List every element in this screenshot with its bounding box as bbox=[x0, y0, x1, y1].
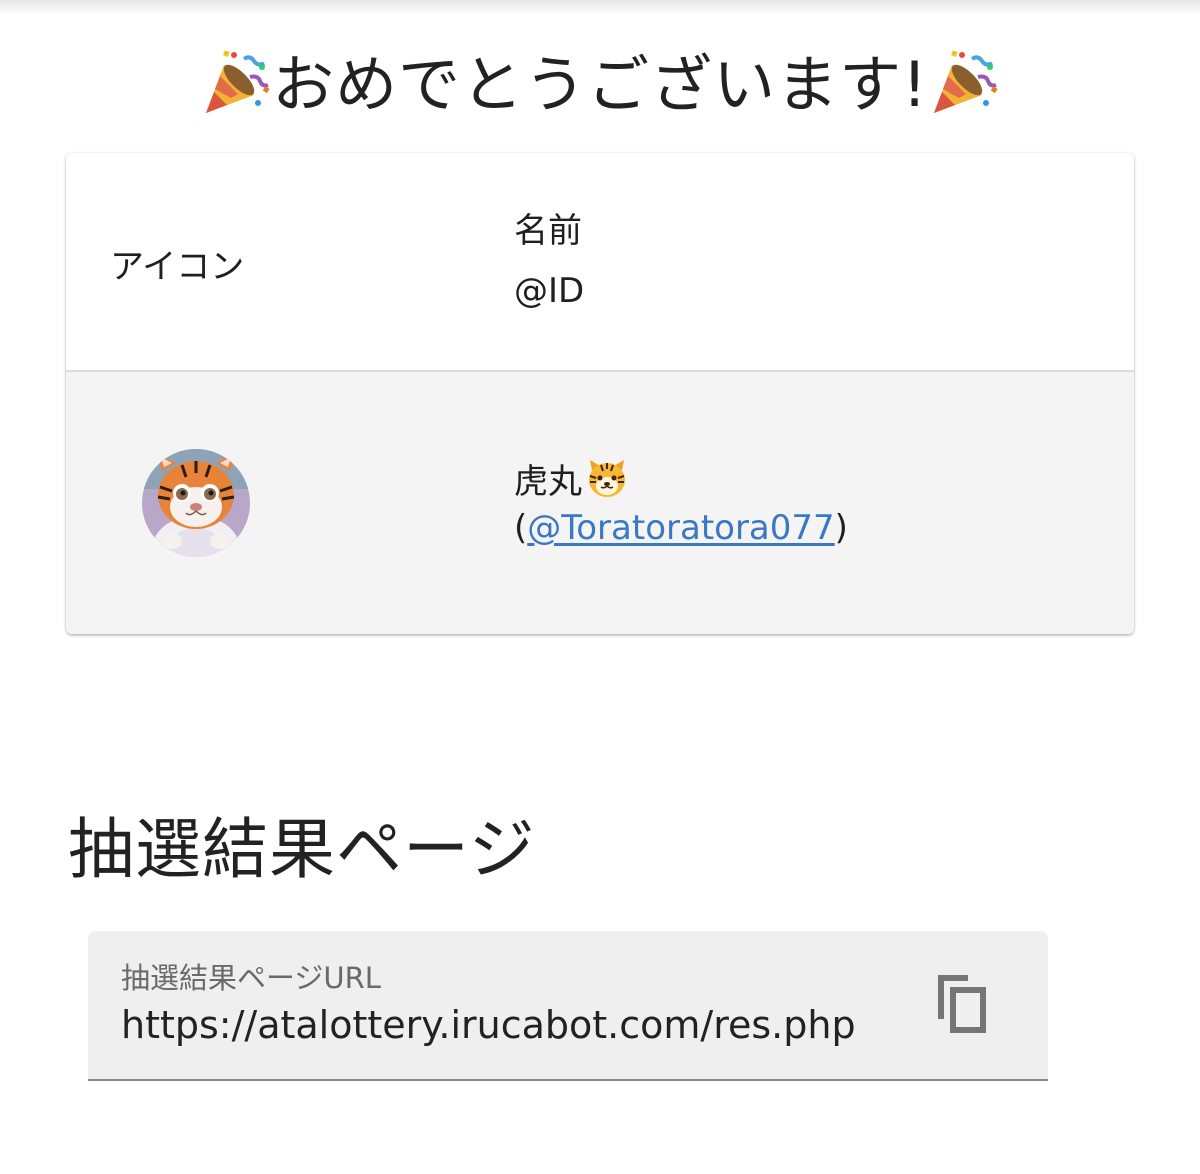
congrats-text: おめでとうございます! bbox=[272, 48, 928, 121]
copy-icon bbox=[938, 975, 986, 1033]
tiger-face-icon bbox=[586, 458, 628, 500]
result-url-field[interactable]: 抽選結果ページURL bbox=[88, 931, 1048, 1081]
results-section-title: 抽選結果ページ bbox=[68, 811, 536, 888]
paren-open: ( bbox=[514, 508, 528, 548]
paren-close: ) bbox=[834, 508, 848, 548]
result-url-label: 抽選結果ページURL bbox=[121, 961, 381, 995]
party-popper-icon bbox=[200, 47, 272, 119]
party-popper-icon bbox=[928, 47, 1000, 119]
table-row: 虎丸 (@Toratoratora077) bbox=[66, 372, 1134, 634]
winners-table: アイコン 名前 @ID 虎丸 (@Toratoratora077) bbox=[66, 153, 1134, 634]
tiger-avatar bbox=[142, 449, 250, 557]
top-app-bar-shadow bbox=[0, 0, 1200, 14]
column-header-name: 名前 bbox=[514, 211, 582, 251]
winner-id: (@Toratoratora077) bbox=[514, 508, 848, 548]
table-header: アイコン 名前 @ID bbox=[66, 153, 1134, 372]
congratulations-heading: おめでとうございます! bbox=[0, 40, 1200, 130]
winner-name: 虎丸 bbox=[514, 454, 628, 503]
winner-name-text: 虎丸 bbox=[514, 462, 582, 502]
column-header-icon: アイコン bbox=[110, 247, 245, 287]
copy-button[interactable] bbox=[930, 969, 992, 1039]
column-header-id: @ID bbox=[514, 271, 585, 311]
winner-profile-link[interactable]: @Toratoratora077 bbox=[527, 508, 834, 548]
result-url-input[interactable] bbox=[121, 1003, 885, 1047]
